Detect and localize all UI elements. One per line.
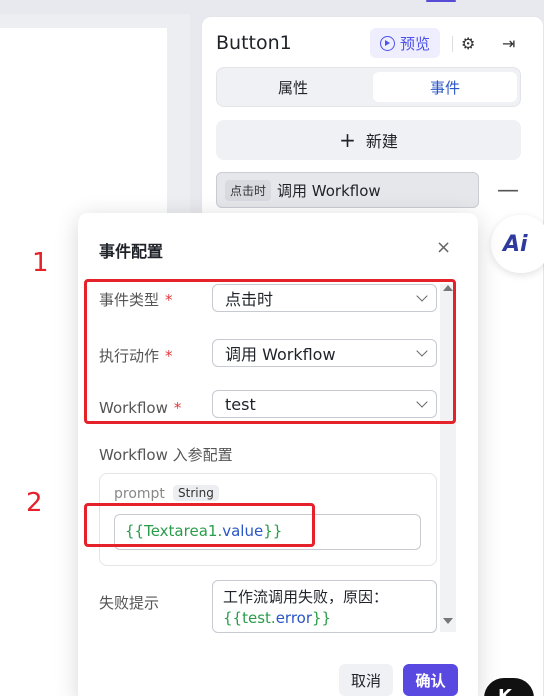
- close-icon[interactable]: ×: [436, 237, 451, 258]
- ai-assistant-icon[interactable]: Ai: [491, 215, 544, 273]
- annotation-label-1: 1: [32, 248, 49, 278]
- cancel-button[interactable]: 取消: [339, 664, 393, 696]
- params-section-label: Workflow 入参配置: [99, 446, 233, 464]
- event-list-item[interactable]: 点击时 调用 Workflow: [216, 172, 479, 208]
- plus-icon: +: [339, 128, 356, 152]
- gear-icon[interactable]: ⚙: [461, 36, 477, 52]
- top-accent-chip: [426, 0, 456, 2]
- play-icon: [379, 35, 395, 51]
- fail-hint-text: 工作流调用失败，原因：: [223, 588, 389, 606]
- preview-label: 预览: [399, 34, 430, 53]
- event-action-text: 调用 Workflow: [277, 181, 381, 200]
- tab-events[interactable]: 事件: [373, 72, 517, 102]
- tab-properties[interactable]: 属性: [221, 72, 365, 102]
- annotation-box-1: [84, 279, 456, 424]
- new-label: 新建: [365, 132, 398, 151]
- fail-hint-input[interactable]: 工作流调用失败，原因： {{test.error}}: [212, 580, 437, 633]
- new-event-button[interactable]: + 新建: [216, 120, 521, 160]
- remove-event-icon[interactable]: —: [497, 178, 519, 203]
- panel-tabs: 属性 事件: [216, 67, 521, 107]
- component-name: Button1: [216, 32, 292, 54]
- annotation-box-2: [84, 503, 315, 547]
- event-trigger-tag: 点击时: [225, 179, 272, 201]
- confirm-button[interactable]: 确认: [403, 664, 458, 696]
- modal-backdrop: [0, 213, 78, 696]
- scroll-down-icon[interactable]: [443, 618, 453, 624]
- preview-button[interactable]: 预览: [370, 28, 440, 58]
- dialog-title: 事件配置: [99, 242, 164, 261]
- divider: [452, 36, 453, 52]
- fail-hint-var: {{test.error}}: [223, 609, 332, 627]
- param-type-badge: String: [173, 485, 219, 501]
- param-name: prompt: [114, 486, 165, 502]
- annotation-label-2: 2: [26, 488, 43, 518]
- fail-hint-label: 失败提示: [99, 594, 160, 612]
- collapse-panel-icon[interactable]: ⇥: [502, 34, 515, 53]
